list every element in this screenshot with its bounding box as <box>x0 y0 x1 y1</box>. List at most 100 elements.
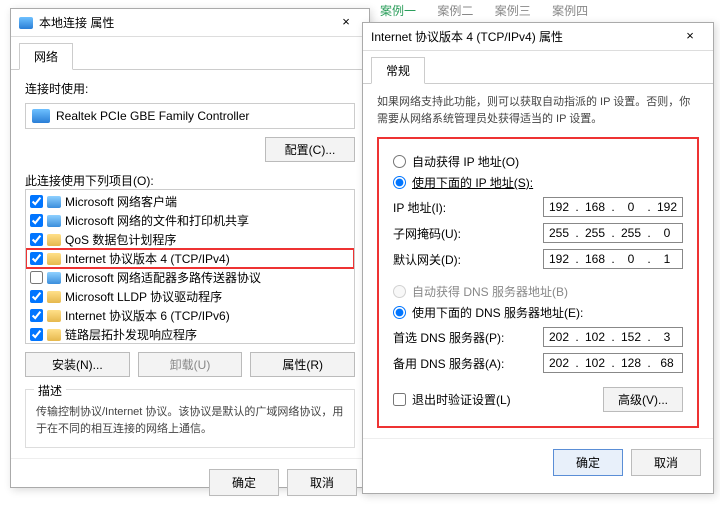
radio-manual-dns[interactable]: 使用下面的 DNS 服务器地址(E): <box>393 304 683 321</box>
close-icon[interactable]: × <box>331 13 361 33</box>
gateway-input[interactable]: 192.168.0.1 <box>543 249 683 269</box>
bg-tab-2: 案例二 <box>437 4 473 18</box>
uninstall-button: 卸载(U) <box>138 352 243 377</box>
list-item[interactable]: Microsoft 网络的文件和打印机共享 <box>26 211 354 230</box>
list-item-label: QoS 数据包计划程序 <box>65 231 176 248</box>
protocol-icon <box>47 234 61 246</box>
network-icon <box>47 215 61 227</box>
list-item-checkbox[interactable] <box>30 290 43 303</box>
ok-button[interactable]: 确定 <box>553 449 623 476</box>
list-item-checkbox[interactable] <box>30 252 43 265</box>
close-icon[interactable]: × <box>675 27 705 47</box>
tabstrip: 网络 <box>11 37 369 70</box>
subnet-mask-input[interactable]: 255.255.255.0 <box>543 223 683 243</box>
ip-octet[interactable]: 0 <box>616 200 646 214</box>
ip-octet[interactable]: 0 <box>616 252 646 266</box>
ip-octet[interactable]: 192 <box>652 200 682 214</box>
radio-manual-ip-input[interactable] <box>393 176 406 189</box>
dns1-label: 首选 DNS 服务器(P): <box>393 329 543 346</box>
list-item[interactable]: QoS 数据包计划程序 <box>26 230 354 249</box>
network-icon <box>47 272 61 284</box>
gateway-label: 默认网关(D): <box>393 251 543 268</box>
dns1-input[interactable]: 202.102.152.3 <box>543 327 683 347</box>
ip-address-label: IP 地址(I): <box>393 199 543 216</box>
protocol-icon <box>47 329 61 341</box>
ip-octet[interactable]: 255 <box>544 226 574 240</box>
advanced-button[interactable]: 高级(V)... <box>603 387 683 412</box>
radio-auto-ip-label: 自动获得 IP 地址(O) <box>412 153 519 170</box>
radio-auto-dns-label: 自动获得 DNS 服务器地址(B) <box>412 283 568 300</box>
list-item[interactable]: Microsoft LLDP 协议驱动程序 <box>26 287 354 306</box>
list-item[interactable]: Microsoft 网络客户端 <box>26 192 354 211</box>
components-list[interactable]: Microsoft 网络客户端Microsoft 网络的文件和打印机共享 QoS … <box>25 189 355 344</box>
list-item-checkbox[interactable] <box>30 195 43 208</box>
intro-text: 如果网络支持此功能，则可以获取自动指派的 IP 设置。否则，你需要从网络系统管理… <box>377 94 699 127</box>
cancel-button[interactable]: 取消 <box>631 449 701 476</box>
items-label: 此连接使用下列项目(O): <box>25 172 355 189</box>
ip-octet[interactable]: 168 <box>580 200 610 214</box>
configure-button[interactable]: 配置(C)... <box>265 137 355 162</box>
list-item-label: Microsoft LLDP 协议驱动程序 <box>65 288 222 305</box>
protocol-icon <box>47 291 61 303</box>
connect-using-label: 连接时使用: <box>25 80 355 97</box>
ip-octet[interactable]: 0 <box>652 226 682 240</box>
adapter-icon <box>32 109 50 123</box>
window-title: 本地连接 属性 <box>39 14 331 31</box>
list-item-label: Microsoft 网络的文件和打印机共享 <box>65 212 249 229</box>
ip-octet[interactable]: 68 <box>652 356 682 370</box>
protocol-icon <box>47 253 61 265</box>
ip-octet[interactable]: 152 <box>616 330 646 344</box>
tabstrip: 常规 <box>363 51 713 84</box>
list-item-label: Internet 协议版本 4 (TCP/IPv4) <box>65 250 230 267</box>
ip-octet[interactable]: 192 <box>544 200 574 214</box>
validate-checkbox-row[interactable]: 退出时验证设置(L) <box>393 391 603 408</box>
list-item-checkbox[interactable] <box>30 214 43 227</box>
list-item[interactable]: Microsoft 网络适配器多路传送器协议 <box>26 268 354 287</box>
ip-octet[interactable]: 102 <box>580 330 610 344</box>
validate-label: 退出时验证设置(L) <box>412 391 511 408</box>
list-item-checkbox[interactable] <box>30 309 43 322</box>
radio-manual-ip[interactable]: 使用下面的 IP 地址(S): <box>393 174 683 191</box>
list-item[interactable]: Internet 协议版本 6 (TCP/IPv6) <box>26 306 354 325</box>
subnet-mask-label: 子网掩码(U): <box>393 225 543 242</box>
titlebar[interactable]: Internet 协议版本 4 (TCP/IPv4) 属性 × <box>363 23 713 51</box>
network-icon <box>47 196 61 208</box>
adapter-name: Realtek PCIe GBE Family Controller <box>56 109 249 123</box>
ok-button[interactable]: 确定 <box>209 469 279 496</box>
list-item-checkbox[interactable] <box>30 328 43 341</box>
description-label: 描述 <box>34 382 66 399</box>
bg-tab-1: 案例一 <box>380 4 416 18</box>
ip-octet[interactable]: 202 <box>544 356 574 370</box>
list-item-label: Internet 协议版本 6 (TCP/IPv6) <box>65 307 230 324</box>
ip-octet[interactable]: 192 <box>544 252 574 266</box>
ip-octet[interactable]: 102 <box>580 356 610 370</box>
install-button[interactable]: 安装(N)... <box>25 352 130 377</box>
ip-address-input[interactable]: 192.168.0.192 <box>543 197 683 217</box>
properties-button[interactable]: 属性(R) <box>250 352 355 377</box>
list-item[interactable]: Internet 协议版本 4 (TCP/IPv4) <box>26 249 354 268</box>
dns2-label: 备用 DNS 服务器(A): <box>393 355 543 372</box>
radio-auto-ip[interactable]: 自动获得 IP 地址(O) <box>393 153 683 170</box>
list-item[interactable]: 链路层拓扑发现响应程序 <box>26 325 354 344</box>
radio-auto-dns: 自动获得 DNS 服务器地址(B) <box>393 283 683 300</box>
bg-tab-4: 案例四 <box>552 4 588 18</box>
list-item-checkbox[interactable] <box>30 233 43 246</box>
protocol-icon <box>47 310 61 322</box>
titlebar[interactable]: 本地连接 属性 × <box>11 9 369 37</box>
ip-octet[interactable]: 168 <box>580 252 610 266</box>
bg-tab-3: 案例三 <box>495 4 531 18</box>
radio-auto-ip-input[interactable] <box>393 155 406 168</box>
ip-octet[interactable]: 128 <box>616 356 646 370</box>
validate-checkbox[interactable] <box>393 393 406 406</box>
tab-general[interactable]: 常规 <box>371 57 425 84</box>
cancel-button[interactable]: 取消 <box>287 469 357 496</box>
ip-octet[interactable]: 3 <box>652 330 682 344</box>
dns2-input[interactable]: 202.102.128.68 <box>543 353 683 373</box>
ip-octet[interactable]: 255 <box>580 226 610 240</box>
list-item-checkbox[interactable] <box>30 271 43 284</box>
tab-network[interactable]: 网络 <box>19 43 73 70</box>
ip-octet[interactable]: 255 <box>616 226 646 240</box>
ip-octet[interactable]: 202 <box>544 330 574 344</box>
radio-manual-dns-input[interactable] <box>393 306 406 319</box>
ip-octet[interactable]: 1 <box>652 252 682 266</box>
